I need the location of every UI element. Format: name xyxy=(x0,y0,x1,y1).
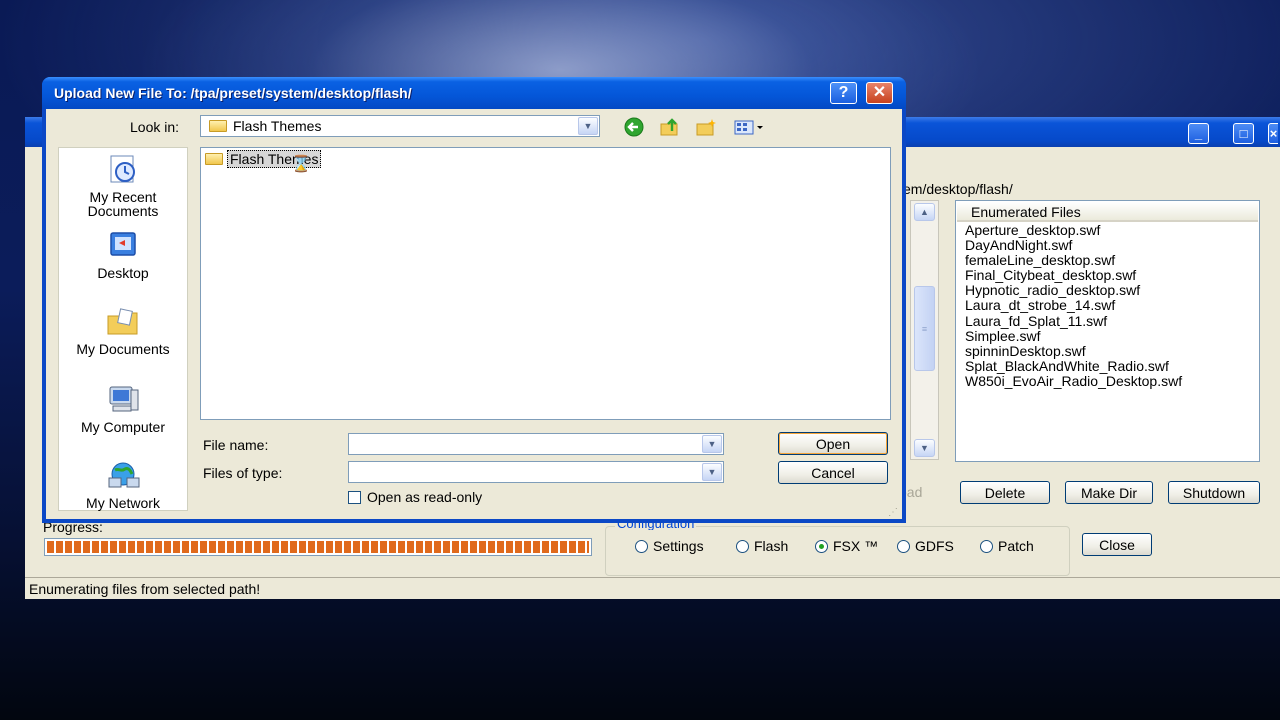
list-item[interactable]: DayAndNight.swf xyxy=(965,237,1182,253)
place-my-computer[interactable]: My Computer xyxy=(59,384,187,434)
checkbox-box[interactable] xyxy=(348,490,361,504)
files-of-type-select[interactable]: ▼ xyxy=(348,461,724,483)
new-folder-icon[interactable] xyxy=(694,117,718,137)
open-read-only-checkbox[interactable]: Open as read-only xyxy=(348,489,482,505)
maximize-button[interactable]: □ xyxy=(1233,123,1254,144)
place-desktop[interactable]: Desktop xyxy=(59,230,187,280)
hourglass-cursor-icon: ⌛ xyxy=(291,156,311,173)
close-icon: × xyxy=(1269,126,1278,141)
list-item[interactable]: femaleLine_desktop.swf xyxy=(965,253,1182,268)
shutdown-button[interactable]: Shutdown xyxy=(1168,481,1260,504)
look-in-combo[interactable]: Flash Themes ▼ xyxy=(200,115,600,137)
chevron-down-icon[interactable]: ▼ xyxy=(702,435,722,453)
open-button[interactable]: Open xyxy=(778,432,888,455)
dialog-title: Upload New File To: /tpa/preset/system/d… xyxy=(54,85,412,101)
radio-fsx-label: FSX ™ xyxy=(833,538,879,554)
radio-patch[interactable]: Patch xyxy=(980,538,1034,554)
back-arrow-icon[interactable] xyxy=(622,117,646,137)
enumerated-files-items: Aperture_desktop.swf DayAndNight.swf femal… xyxy=(965,222,1182,389)
main-close-button[interactable]: × xyxy=(1268,123,1278,144)
open-read-only-label: Open as read-only xyxy=(367,489,483,505)
upload-dialog: Upload New File To: /tpa/preset/system/d… xyxy=(42,77,906,523)
file-name-label: File name: xyxy=(203,437,269,453)
radio-gdfs[interactable]: GDFS xyxy=(897,538,954,554)
scroll-down-arrow-icon[interactable]: ▼ xyxy=(914,439,935,457)
help-icon: ? xyxy=(838,84,849,101)
list-item[interactable]: Laura_fd_Splat_11.swf xyxy=(965,313,1182,329)
places-bar: My Recent Documents Desktop My Documents xyxy=(58,147,188,511)
close-icon: ✕ xyxy=(872,84,887,101)
list-item[interactable]: Hypnotic_radio_desktop.swf xyxy=(965,283,1182,298)
list-item[interactable]: Aperture_desktop.swf xyxy=(965,222,1182,238)
scroll-thumb[interactable]: ≡ xyxy=(914,286,935,371)
place-label: Desktop xyxy=(97,265,149,281)
maximize-icon: □ xyxy=(1239,126,1248,141)
place-label: My Network xyxy=(86,495,160,511)
my-documents-icon xyxy=(105,306,141,338)
left-list-scrollbar[interactable]: ▲ ≡ ▼ xyxy=(910,200,939,460)
place-my-network[interactable]: My Network xyxy=(59,460,187,510)
help-button[interactable]: ? xyxy=(830,82,857,104)
place-label: My Recent xyxy=(89,189,157,205)
list-item[interactable]: Splat_BlackAndWhite_Radio.swf xyxy=(965,358,1182,374)
radio-fsx[interactable]: FSX ™ xyxy=(815,538,878,554)
scroll-up-arrow-icon[interactable]: ▲ xyxy=(914,203,935,221)
list-item[interactable]: Final_Citybeat_desktop.swf xyxy=(965,268,1182,283)
desktop-icon xyxy=(105,230,141,262)
radio-settings-label: Settings xyxy=(653,538,704,554)
view-menu-icon[interactable] xyxy=(732,117,766,137)
dialog-body: Look in: Flash Themes ▼ My Recent Docume… xyxy=(46,109,902,519)
make-dir-button[interactable]: Make Dir xyxy=(1065,481,1153,504)
recent-documents-icon xyxy=(105,154,141,186)
minimize-button[interactable]: _ xyxy=(1188,123,1209,144)
radio-gdfs-label: GDFS xyxy=(915,538,954,554)
remote-path-text: em/desktop/flash/ xyxy=(903,181,1013,197)
resize-grip-icon[interactable]: ⋰ xyxy=(888,507,898,518)
radio-fsx-dot[interactable] xyxy=(815,539,828,553)
list-item[interactable]: Simplee.swf xyxy=(965,328,1182,344)
close-button[interactable]: Close xyxy=(1082,533,1152,556)
my-computer-icon xyxy=(105,384,141,416)
my-network-icon xyxy=(105,460,141,492)
place-label: My Computer xyxy=(80,419,166,435)
cancel-button[interactable]: Cancel xyxy=(778,461,888,484)
place-my-documents[interactable]: My Documents xyxy=(59,306,187,356)
chevron-down-icon[interactable]: ▼ xyxy=(578,117,598,135)
dialog-titlebar[interactable]: Upload New File To: /tpa/preset/system/d… xyxy=(42,77,906,109)
place-label: Documents xyxy=(87,203,159,219)
progress-fill xyxy=(47,541,589,553)
up-folder-icon[interactable] xyxy=(658,117,682,137)
dialog-close-button[interactable]: ✕ xyxy=(866,82,893,104)
file-name-field[interactable]: ▼ xyxy=(348,433,724,455)
delete-button[interactable]: Delete xyxy=(960,481,1050,504)
minimize-icon: _ xyxy=(1194,126,1203,141)
folder-icon xyxy=(205,153,223,165)
folder-icon xyxy=(209,120,227,132)
look-in-label: Look in: xyxy=(130,119,180,135)
place-my-recent-documents[interactable]: My Recent Documents xyxy=(59,154,187,218)
list-item[interactable]: Laura_dt_strobe_14.swf xyxy=(965,298,1182,313)
radio-settings-dot[interactable] xyxy=(635,539,648,553)
list-item[interactable]: W850i_EvoAir_Radio_Desktop.swf xyxy=(965,373,1182,389)
radio-gdfs-dot[interactable] xyxy=(897,539,910,553)
radio-patch-dot[interactable] xyxy=(980,539,993,553)
radio-flash[interactable]: Flash xyxy=(736,538,788,554)
radio-settings[interactable]: Settings xyxy=(635,538,704,554)
look-in-value: Flash Themes xyxy=(233,118,322,134)
list-item[interactable]: spinninDesktop.swf xyxy=(965,343,1182,359)
radio-patch-label: Patch xyxy=(998,538,1034,554)
status-bar: Enumerating files from selected path! xyxy=(25,577,1280,599)
radio-flash-label: Flash xyxy=(754,538,789,554)
place-label: My Documents xyxy=(76,341,170,357)
file-list-area[interactable]: Flash Themes ⌛ xyxy=(200,147,891,420)
enumerated-files-list[interactable]: Enumerated Files Aperture_desktop.swf Day… xyxy=(955,200,1260,462)
progress-bar xyxy=(44,538,592,556)
radio-flash-dot[interactable] xyxy=(736,539,749,553)
enumerated-files-header[interactable]: Enumerated Files xyxy=(957,202,1258,222)
files-of-type-label: Files of type: xyxy=(203,465,283,481)
chevron-down-icon[interactable]: ▼ xyxy=(702,463,722,481)
